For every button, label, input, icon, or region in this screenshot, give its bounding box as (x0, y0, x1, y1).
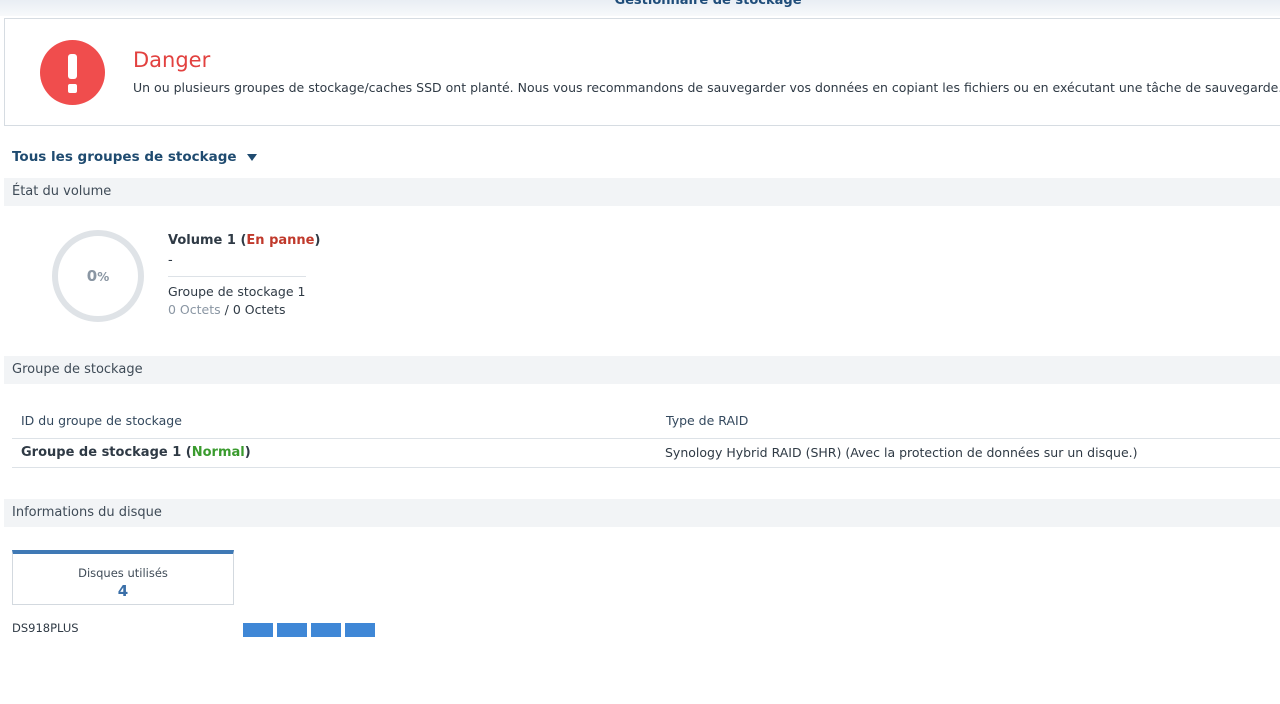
table-row-raid-type: Synology Hybrid RAID (SHR) (Avec la prot… (665, 445, 1138, 460)
table-row-pool-id[interactable]: Groupe de stockage 1 (Normal) (21, 445, 251, 460)
window-title: Gestionnaire de stockage (614, 0, 802, 8)
volume-description: - (168, 253, 173, 268)
pool-filter-label: Tous les groupes de stockage (12, 149, 237, 165)
volume-divider (168, 276, 306, 277)
volume-usage-percent: 0% (86, 267, 110, 285)
disks-used-card[interactable]: Disques utilisés 4 (12, 550, 234, 605)
caret-down-icon (246, 153, 257, 161)
alert-message: Un ou plusieurs groupes de stockage/cach… (133, 80, 1280, 95)
volume-total: 0 Octets (232, 302, 286, 317)
disk-slot-4[interactable] (345, 623, 375, 637)
volume-section-heading: État du volume (4, 178, 1280, 206)
volume-used: 0 Octets (168, 302, 221, 317)
volume-pool: Groupe de stockage 1 (168, 284, 306, 299)
exclamation-icon (40, 40, 105, 105)
volume-capacity: 0 Octets / 0 Octets (168, 302, 286, 317)
alert-title: Danger (133, 48, 211, 72)
window-titlebar: Gestionnaire de stockage (0, 0, 1280, 16)
column-header-pool-id[interactable]: ID du groupe de stockage (21, 413, 182, 428)
disks-used-count: 4 (117, 582, 129, 600)
table-header-divider (12, 438, 1280, 439)
volume-usage-ring: 0% (52, 230, 144, 322)
column-header-raid-type[interactable]: Type de RAID (666, 413, 748, 428)
pool-section-heading: Groupe de stockage (4, 356, 1280, 384)
pool-filter-dropdown[interactable]: Tous les groupes de stockage (12, 148, 257, 166)
volume-status: En panne (246, 233, 315, 248)
disk-section-heading: Informations du disque (4, 499, 1280, 527)
pool-status: Normal (191, 445, 245, 460)
danger-alert: Danger Un ou plusieurs groupes de stocka… (4, 18, 1280, 126)
disks-used-label: Disques utilisés (78, 566, 168, 580)
table-row-divider (12, 467, 1280, 468)
disk-slot-2[interactable] (277, 623, 307, 637)
volume-name[interactable]: Volume 1 (En panne) (168, 233, 320, 248)
disk-slot-1[interactable] (243, 623, 273, 637)
disk-slot-3[interactable] (311, 623, 341, 637)
disk-slots (243, 623, 375, 637)
nas-model: DS918PLUS (12, 621, 79, 635)
